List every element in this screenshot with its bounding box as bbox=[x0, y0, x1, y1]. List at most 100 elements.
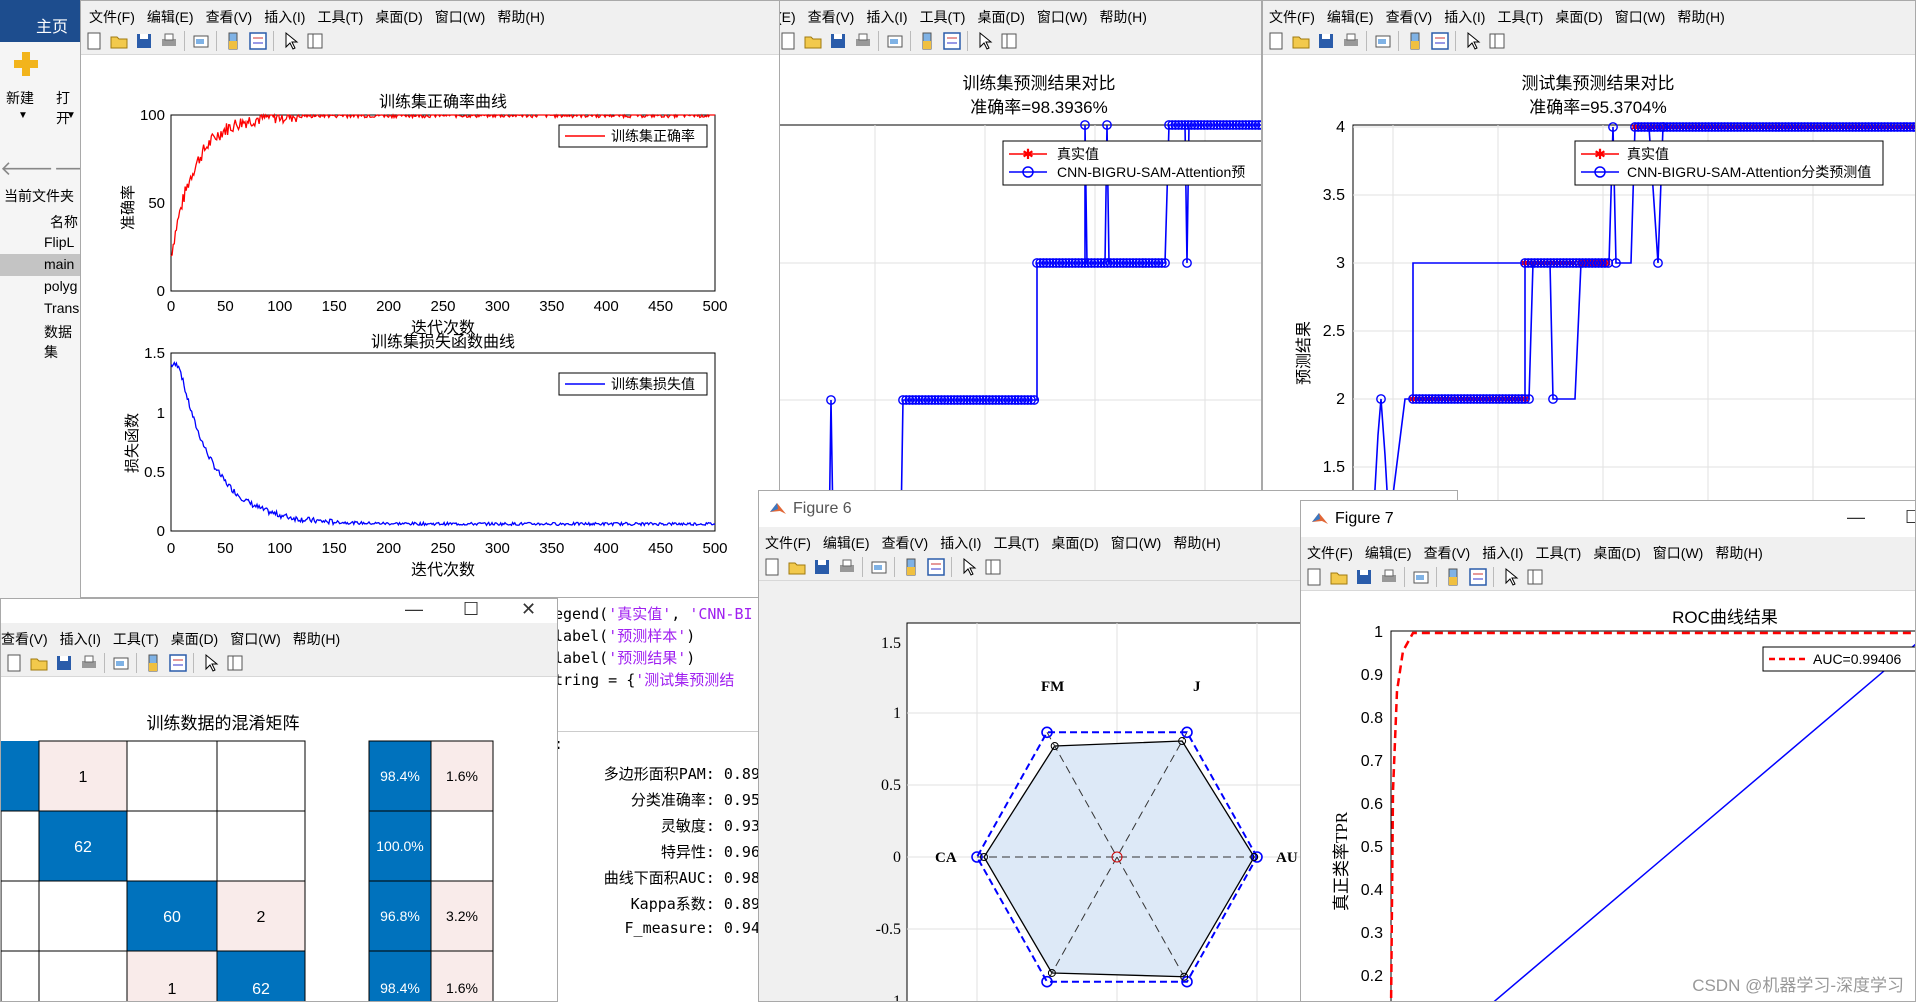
file-item[interactable]: FlipL bbox=[0, 232, 80, 254]
menu-item[interactable]: 编辑(E) bbox=[141, 1, 200, 27]
menu-item[interactable]: 插入(I) bbox=[1476, 537, 1529, 563]
pointer-icon[interactable] bbox=[958, 557, 978, 577]
new-figure-icon[interactable] bbox=[1266, 31, 1286, 51]
menu-item[interactable]: 窗口(W) bbox=[1105, 527, 1168, 553]
menu-item[interactable]: 桌面(D) bbox=[971, 1, 1030, 27]
menu-item[interactable]: 插入(I) bbox=[934, 527, 987, 553]
menu-item[interactable]: 桌面(D) bbox=[1549, 1, 1608, 27]
menu-item[interactable]: 桌面(D) bbox=[165, 623, 224, 649]
menu-item[interactable]: 文件(F) bbox=[1301, 537, 1359, 563]
menu-item[interactable]: 帮助(H) bbox=[1671, 1, 1730, 27]
open-icon[interactable] bbox=[29, 653, 49, 673]
maximize-icon[interactable]: ☐ bbox=[463, 599, 479, 620]
menu-item[interactable]: 桌面(D) bbox=[1587, 537, 1646, 563]
open-icon[interactable] bbox=[787, 557, 807, 577]
property-icon[interactable] bbox=[1487, 31, 1507, 51]
property-icon[interactable] bbox=[983, 557, 1003, 577]
pointer-icon[interactable] bbox=[1462, 31, 1482, 51]
menu-item[interactable]: 桌面(D) bbox=[1045, 527, 1104, 553]
menu-item[interactable]: 文件(F) bbox=[759, 527, 817, 553]
menu-item[interactable]: 桌面(D) bbox=[369, 1, 428, 27]
menu-item[interactable]: 查看(V) bbox=[1, 623, 54, 649]
save-icon[interactable] bbox=[1354, 567, 1374, 587]
menu-item[interactable]: 插入(I) bbox=[258, 1, 311, 27]
legend-icon[interactable] bbox=[926, 557, 946, 577]
menu-item[interactable]: 查看(V) bbox=[876, 527, 935, 553]
link-icon[interactable] bbox=[191, 31, 211, 51]
menu-item[interactable]: 帮助(H) bbox=[1093, 1, 1152, 27]
menu-item[interactable]: 工具(T) bbox=[311, 1, 369, 27]
legend-icon[interactable] bbox=[1468, 567, 1488, 587]
colorbar-icon[interactable] bbox=[901, 557, 921, 577]
colorbar-icon[interactable] bbox=[1443, 567, 1463, 587]
menu-item[interactable]: 窗口(W) bbox=[1647, 537, 1710, 563]
minimize-icon[interactable]: — bbox=[405, 599, 423, 620]
menu-item[interactable]: 窗口(W) bbox=[1609, 1, 1672, 27]
open-icon[interactable] bbox=[1291, 31, 1311, 51]
property-icon[interactable] bbox=[999, 31, 1019, 51]
open-button[interactable]: 打开 bbox=[56, 88, 80, 128]
menu-item[interactable]: 帮助(H) bbox=[491, 1, 550, 27]
print-icon[interactable] bbox=[159, 31, 179, 51]
print-icon[interactable] bbox=[1379, 567, 1399, 587]
menu-item[interactable]: 工具(T) bbox=[914, 1, 972, 27]
menu-item[interactable]: 插入(I) bbox=[860, 1, 913, 27]
print-icon[interactable] bbox=[79, 653, 99, 673]
menu-item[interactable]: 工具(T) bbox=[987, 527, 1045, 553]
minimize-icon[interactable]: — bbox=[1847, 507, 1865, 528]
property-icon[interactable] bbox=[1525, 567, 1545, 587]
legend-icon[interactable] bbox=[942, 31, 962, 51]
property-icon[interactable] bbox=[225, 653, 245, 673]
menu-item[interactable]: 编辑(E) bbox=[817, 527, 876, 553]
menu-item[interactable]: 插入(I) bbox=[1438, 1, 1491, 27]
menu-item[interactable]: 窗口(W) bbox=[429, 1, 492, 27]
menu-item[interactable]: 文件(F) bbox=[83, 1, 141, 27]
new-figure-icon[interactable] bbox=[4, 653, 24, 673]
menu-item[interactable]: 编辑(E) bbox=[1359, 537, 1418, 563]
file-item[interactable]: Trans bbox=[0, 298, 80, 320]
menu-item[interactable]: 工具(T) bbox=[1529, 537, 1587, 563]
print-icon[interactable] bbox=[1341, 31, 1361, 51]
pointer-icon[interactable] bbox=[280, 31, 300, 51]
pointer-icon[interactable] bbox=[1500, 567, 1520, 587]
print-icon[interactable] bbox=[853, 31, 873, 51]
menu-item[interactable]: 查看(V) bbox=[1380, 1, 1439, 27]
save-icon[interactable] bbox=[812, 557, 832, 577]
menu-item[interactable]: 编辑(E) bbox=[1321, 1, 1380, 27]
file-item[interactable]: 数据集 bbox=[0, 320, 80, 360]
open-icon[interactable] bbox=[803, 31, 823, 51]
menu-item[interactable]: 帮助(H) bbox=[287, 623, 346, 649]
link-icon[interactable] bbox=[885, 31, 905, 51]
save-icon[interactable] bbox=[134, 31, 154, 51]
legend-icon[interactable] bbox=[168, 653, 188, 673]
save-icon[interactable] bbox=[1316, 31, 1336, 51]
colorbar-icon[interactable] bbox=[143, 653, 163, 673]
menu-item[interactable]: 窗口(W) bbox=[224, 623, 287, 649]
menu-item[interactable]: 窗口(W) bbox=[1031, 1, 1094, 27]
print-icon[interactable] bbox=[837, 557, 857, 577]
open-icon[interactable] bbox=[109, 31, 129, 51]
legend-icon[interactable] bbox=[1430, 31, 1450, 51]
menu-item[interactable]: 文件(F) bbox=[1263, 1, 1321, 27]
pointer-icon[interactable] bbox=[974, 31, 994, 51]
menu-item[interactable]: 查看(V) bbox=[802, 1, 861, 27]
colorbar-icon[interactable] bbox=[917, 31, 937, 51]
save-icon[interactable] bbox=[54, 653, 74, 673]
save-icon[interactable] bbox=[828, 31, 848, 51]
menu-item[interactable]: 工具(T) bbox=[107, 623, 165, 649]
link-icon[interactable] bbox=[869, 557, 889, 577]
menu-item[interactable]: 帮助(H) bbox=[1709, 537, 1768, 563]
menu-item[interactable]: 查看(V) bbox=[1418, 537, 1477, 563]
maximize-icon[interactable]: ☐ bbox=[1905, 507, 1915, 528]
menu-item[interactable]: 帮助(H) bbox=[1167, 527, 1226, 553]
pointer-icon[interactable] bbox=[200, 653, 220, 673]
legend-icon[interactable] bbox=[248, 31, 268, 51]
file-item[interactable]: main bbox=[0, 254, 80, 276]
link-icon[interactable] bbox=[1373, 31, 1393, 51]
link-icon[interactable] bbox=[111, 653, 131, 673]
new-button[interactable]: 新建 bbox=[6, 88, 34, 108]
link-icon[interactable] bbox=[1411, 567, 1431, 587]
new-figure-icon[interactable] bbox=[84, 31, 104, 51]
property-icon[interactable] bbox=[305, 31, 325, 51]
menu-item[interactable]: 插入(I) bbox=[54, 623, 107, 649]
